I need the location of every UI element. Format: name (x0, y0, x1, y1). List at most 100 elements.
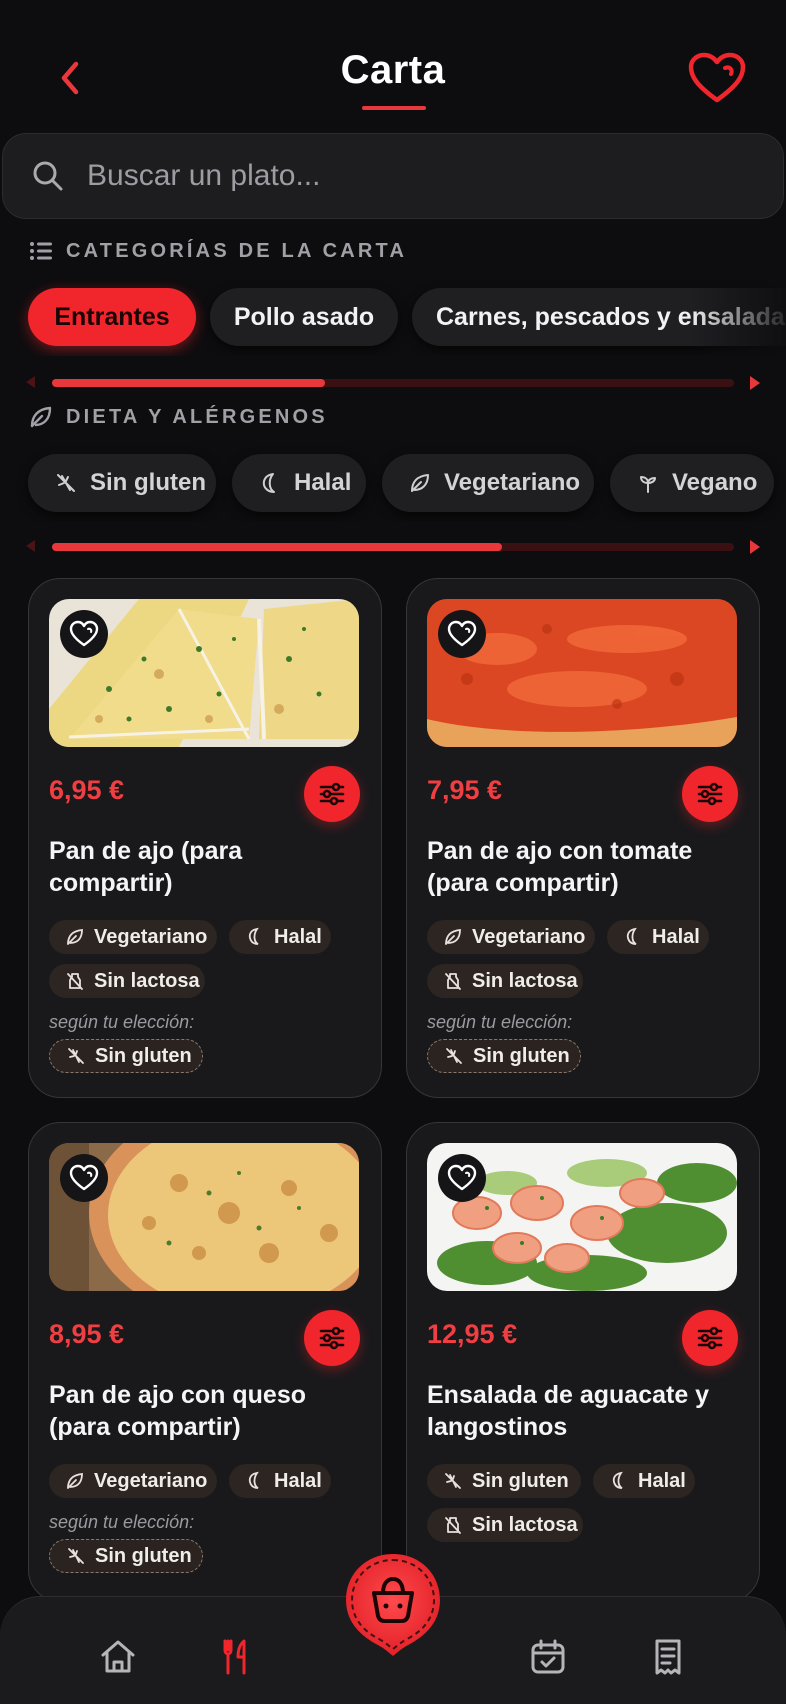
diet-tag-label: Sin gluten (473, 1044, 570, 1067)
scrollbar-thumb[interactable] (52, 379, 325, 387)
crescent-icon (248, 927, 259, 945)
nav-home[interactable] (96, 1635, 140, 1679)
no-gluten-icon (445, 1473, 461, 1489)
receipt-icon (655, 1639, 681, 1675)
category-chip-entrantes[interactable]: Entrantes (28, 288, 196, 346)
choice-label: según tu elección: (49, 1512, 195, 1532)
scroll-right-arrow[interactable] (750, 540, 760, 554)
leaf-icon (67, 929, 83, 945)
category-chip-pollo-asado[interactable]: Pollo asado (210, 288, 398, 346)
scrollbar-thumb[interactable] (52, 543, 502, 551)
favorite-toggle[interactable] (60, 610, 108, 658)
leaf-icon (445, 929, 461, 945)
product-price: 12,95 € (427, 1319, 518, 1349)
product-name: Ensalada de aguacate y langostinos (427, 1381, 710, 1441)
favorite-toggle[interactable] (438, 1154, 486, 1202)
no-gluten-icon (68, 1548, 84, 1564)
diet-tag: Vegetariano (427, 920, 595, 954)
diet-tag: Halal (229, 1464, 331, 1498)
product-card[interactable]: 7,95 € Pan de ajo con tomate (para compa… (406, 578, 760, 1098)
sliders-icon (697, 782, 723, 806)
diet-tag: Halal (607, 920, 709, 954)
customize-button[interactable] (682, 1310, 738, 1366)
optional-diet-tag[interactable]: Sin gluten (427, 1039, 581, 1073)
diet-scrollbar[interactable] (26, 536, 760, 556)
product-price: 8,95 € (49, 1319, 125, 1349)
optional-diet-tag[interactable]: Sin gluten (49, 1039, 203, 1073)
customize-button[interactable] (304, 1310, 360, 1366)
nav-orders[interactable] (646, 1635, 690, 1679)
diet-chip-vegano[interactable]: Vegano (610, 454, 774, 512)
diet-chip-vegetariano[interactable]: Vegetariano (382, 454, 594, 512)
diet-tag-label: Sin lactosa (472, 1513, 578, 1536)
sprout-icon (640, 476, 656, 493)
diet-tag-label: Halal (638, 1469, 686, 1492)
crescent-icon (626, 927, 637, 945)
sliders-icon (319, 782, 345, 806)
choice-label: según tu elección: (427, 1012, 573, 1032)
scroll-left-arrow[interactable] (26, 376, 35, 388)
leaf-icon (411, 474, 429, 492)
product-price: 7,95 € (427, 775, 503, 805)
diet-tag-label: Vegetariano (94, 925, 208, 948)
nav-menu[interactable] (214, 1635, 258, 1679)
customize-button[interactable] (304, 766, 360, 822)
diet-tag: Sin gluten (427, 1464, 581, 1498)
crescent-icon (248, 1471, 259, 1489)
diet-tag-label: Halal (274, 1469, 322, 1492)
search-bar[interactable] (2, 133, 784, 219)
search-input[interactable] (87, 159, 727, 193)
diet-chip-label: Vegano (672, 469, 758, 496)
category-chip-row: Entrantes Pollo asado Carnes, pescados y… (0, 280, 786, 356)
diet-tag: Vegetariano (49, 920, 217, 954)
diet-chip-label: Halal (294, 469, 352, 496)
calendar-check-icon (531, 1639, 565, 1674)
categories-label-text: CATEGORÍAS DE LA CARTA (66, 239, 408, 262)
heart-icon (447, 620, 477, 647)
no-lactose-icon (445, 973, 461, 990)
product-card[interactable]: 8,95 € Pan de ajo con queso (para compar… (28, 1122, 382, 1602)
diet-tag-label: Sin gluten (472, 1469, 569, 1492)
diet-chip-sin-gluten[interactable]: Sin gluten (28, 454, 216, 512)
sliders-icon (319, 1326, 345, 1350)
cart-button[interactable] (340, 1548, 446, 1660)
diet-tag-label: Sin gluten (95, 1544, 192, 1567)
search-icon (33, 161, 63, 191)
diet-chip-label: Sin gluten (90, 469, 206, 496)
diet-chip-halal[interactable]: Halal (232, 454, 366, 512)
favorites-button[interactable] (688, 52, 746, 104)
diet-tag-label: Vegetariano (94, 1469, 208, 1492)
product-name: Pan de ajo (para compartir) (49, 837, 243, 897)
diet-tag: Sin lactosa (427, 964, 583, 998)
no-gluten-icon (446, 1048, 462, 1064)
heart-icon (69, 620, 99, 647)
diet-tag-label: Sin gluten (95, 1044, 192, 1067)
category-scrollbar[interactable] (26, 372, 760, 392)
diet-chip-row: Sin gluten Halal Vegetariano Vegano (0, 446, 786, 522)
scroll-right-arrow[interactable] (750, 376, 760, 390)
diet-tag-label: Sin lactosa (472, 969, 578, 992)
leaf-icon (30, 406, 52, 428)
diet-tag-label: Halal (652, 925, 700, 948)
basket-icon (346, 1554, 440, 1656)
product-name: Pan de ajo con queso (para compartir) (49, 1381, 306, 1441)
product-name: Pan de ajo con tomate (para compartir) (427, 837, 693, 897)
favorite-toggle[interactable] (438, 610, 486, 658)
home-icon (101, 1640, 135, 1673)
customize-button[interactable] (682, 766, 738, 822)
diet-tag-label: Halal (274, 925, 322, 948)
product-card[interactable]: 6,95 € Pan de ajo (para compartir) Veget… (28, 578, 382, 1098)
product-card[interactable]: 12,95 € Ensalada de aguacate y langostin… (406, 1122, 760, 1602)
diet-tag: Halal (593, 1464, 695, 1498)
scroll-left-arrow[interactable] (26, 540, 35, 552)
list-icon (30, 242, 52, 260)
heart-icon (69, 1164, 99, 1191)
no-gluten-icon (57, 474, 75, 492)
optional-diet-tag[interactable]: Sin gluten (49, 1539, 203, 1573)
heart-icon (447, 1164, 477, 1191)
diet-tag-label: Sin lactosa (94, 969, 200, 992)
diet-tag: Sin lactosa (49, 964, 205, 998)
nav-reservations[interactable] (526, 1635, 570, 1679)
favorite-toggle[interactable] (60, 1154, 108, 1202)
diet-label-text: DIETA Y ALÉRGENOS (66, 405, 328, 428)
